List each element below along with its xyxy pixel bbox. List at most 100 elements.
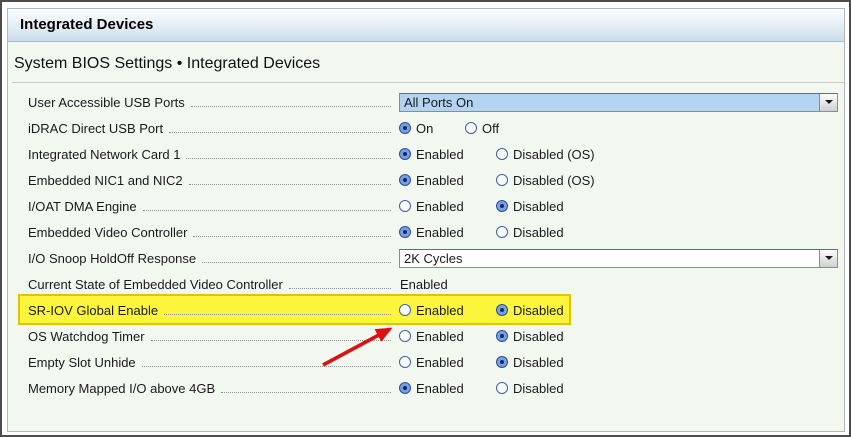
dotted-leader xyxy=(169,132,391,133)
setting-label: Embedded NIC1 and NIC2 xyxy=(28,173,183,188)
radio-unselected-icon[interactable] xyxy=(399,330,411,342)
radio-option-label: Enabled xyxy=(416,147,464,162)
dotted-leader xyxy=(164,314,391,315)
radio-option-enabled[interactable]: Enabled xyxy=(399,199,496,214)
radio-option-disabled-os[interactable]: Disabled (OS) xyxy=(496,173,595,188)
radio-option-label: Off xyxy=(482,121,499,136)
radio-option-label: Disabled (OS) xyxy=(513,173,595,188)
setting-control: Enabled Disabled xyxy=(399,225,838,240)
panel-header: Integrated Devices xyxy=(8,9,844,42)
setting-row-idrac-direct-usb-port: iDRAC Direct USB PortOnOff xyxy=(28,115,838,141)
setting-row-embedded-nic1-and-nic2: Embedded NIC1 and NIC2 Enabled Disabled (O… xyxy=(28,167,838,193)
setting-row-embedded-video-controller: Embedded Video Controller Enabled Disabled xyxy=(28,219,838,245)
radio-unselected-icon[interactable] xyxy=(496,148,508,160)
setting-label: OS Watchdog Timer xyxy=(28,329,145,344)
settings-list: User Accessible USB PortsAll Ports OniDR… xyxy=(8,83,844,401)
radio-selected-icon[interactable] xyxy=(399,148,411,160)
radio-option-disabled[interactable]: Disabled xyxy=(496,329,564,344)
radio-selected-icon[interactable] xyxy=(399,226,411,238)
setting-row-sr-iov-global-enable: SR-IOV Global Enable Enabled Disabled xyxy=(28,297,838,323)
radio-option-disabled[interactable]: Disabled xyxy=(496,303,564,318)
setting-row-os-watchdog-timer: OS Watchdog Timer Enabled Disabled xyxy=(28,323,838,349)
radio-unselected-icon[interactable] xyxy=(496,174,508,186)
radio-option-enabled[interactable]: Enabled xyxy=(399,225,496,240)
setting-control: 2K Cycles xyxy=(399,249,838,268)
dotted-leader xyxy=(193,236,391,237)
dotted-leader xyxy=(202,262,391,263)
setting-control: EnabledDisabled xyxy=(399,199,838,214)
radio-option-label: On xyxy=(416,121,433,136)
radio-option-label: Disabled xyxy=(513,355,564,370)
radio-option-enabled[interactable]: Enabled xyxy=(399,303,496,318)
setting-row-i-o-snoop-holdoff-response: I/O Snoop HoldOff Response 2K Cycles xyxy=(28,245,838,271)
setting-control: Enabled Disabled xyxy=(399,303,838,318)
setting-label: I/OAT DMA Engine xyxy=(28,199,137,214)
setting-label: Embedded Video Controller xyxy=(28,225,187,240)
radio-option-label: Enabled xyxy=(416,225,464,240)
radio-option-off[interactable]: Off xyxy=(465,121,499,136)
radio-option-disabled[interactable]: Disabled xyxy=(496,225,564,240)
dotted-leader xyxy=(289,288,391,289)
radio-option-label: Disabled xyxy=(513,381,564,396)
radio-option-enabled[interactable]: Enabled xyxy=(399,329,496,344)
radio-option-label: Disabled xyxy=(513,329,564,344)
setting-control: Enabled Disabled (OS) xyxy=(399,147,838,162)
setting-label: I/O Snoop HoldOff Response xyxy=(28,251,196,266)
radio-selected-icon[interactable] xyxy=(496,356,508,368)
radio-option-label: Enabled xyxy=(416,381,464,396)
radio-option-enabled[interactable]: Enabled xyxy=(399,147,496,162)
radio-unselected-icon[interactable] xyxy=(496,226,508,238)
setting-label: Memory Mapped I/O above 4GB xyxy=(28,381,215,396)
page-title: System BIOS Settings • Integrated Device… xyxy=(8,42,844,82)
dropdown-user-accessible-usb-ports[interactable]: All Ports On xyxy=(399,93,838,112)
setting-control: Enabled Disabled xyxy=(399,329,838,344)
radio-unselected-icon[interactable] xyxy=(496,382,508,394)
setting-control: On Off xyxy=(399,121,838,136)
radio-selected-icon[interactable] xyxy=(496,304,508,316)
radio-option-enabled[interactable]: Enabled xyxy=(399,355,496,370)
chevron-down-icon xyxy=(825,256,833,260)
radio-option-disabled-os[interactable]: Disabled (OS) xyxy=(496,147,595,162)
radio-selected-icon[interactable] xyxy=(399,174,411,186)
radio-selected-icon[interactable] xyxy=(399,122,411,134)
dropdown-arrow-icon[interactable] xyxy=(819,94,837,111)
radio-option-label: Disabled xyxy=(513,303,564,318)
integrated-devices-panel: Integrated Devices System BIOS Settings … xyxy=(7,8,845,432)
dotted-leader xyxy=(189,184,391,185)
setting-row-empty-slot-unhide: Empty Slot Unhide Enabled Disabled xyxy=(28,349,838,375)
dotted-leader xyxy=(151,340,391,341)
setting-control: Enabled Disabled xyxy=(399,355,838,370)
radio-selected-icon[interactable] xyxy=(496,330,508,342)
radio-option-disabled[interactable]: Disabled xyxy=(496,355,564,370)
dropdown-arrow-icon[interactable] xyxy=(819,250,837,267)
dotted-leader xyxy=(143,210,391,211)
radio-unselected-icon[interactable] xyxy=(465,122,477,134)
setting-label: Integrated Network Card 1 xyxy=(28,147,180,162)
radio-option-enabled[interactable]: Enabled xyxy=(399,381,496,396)
bios-settings-window: Integrated Devices System BIOS Settings … xyxy=(0,0,851,437)
radio-unselected-icon[interactable] xyxy=(399,200,411,212)
setting-control: All Ports On xyxy=(399,93,838,112)
radio-option-label: Enabled xyxy=(416,355,464,370)
radio-option-disabled[interactable]: Disabled xyxy=(496,381,564,396)
radio-option-on[interactable]: On xyxy=(399,121,465,136)
radio-option-disabled[interactable]: Disabled xyxy=(496,199,564,214)
radio-option-label: Enabled xyxy=(416,173,464,188)
radio-unselected-icon[interactable] xyxy=(399,304,411,316)
setting-row-integrated-network-card-1: Integrated Network Card 1 Enabled Disabled… xyxy=(28,141,838,167)
chevron-down-icon xyxy=(825,100,833,104)
radio-selected-icon[interactable] xyxy=(496,200,508,212)
setting-readonly-value: Enabled xyxy=(399,277,448,292)
setting-row-i-oat-dma-engine: I/OAT DMA Engine EnabledDisabled xyxy=(28,193,838,219)
setting-label: Empty Slot Unhide xyxy=(28,355,136,370)
dropdown-i-o-snoop-holdoff-response[interactable]: 2K Cycles xyxy=(399,249,838,268)
radio-unselected-icon[interactable] xyxy=(399,356,411,368)
radio-option-enabled[interactable]: Enabled xyxy=(399,173,496,188)
dotted-leader xyxy=(142,366,391,367)
radio-selected-icon[interactable] xyxy=(399,382,411,394)
radio-option-label: Disabled (OS) xyxy=(513,147,595,162)
dropdown-selected-value: 2K Cycles xyxy=(400,251,819,266)
setting-label: SR-IOV Global Enable xyxy=(28,303,158,318)
setting-control: Enabled Disabled (OS) xyxy=(399,173,838,188)
radio-option-label: Enabled xyxy=(416,329,464,344)
